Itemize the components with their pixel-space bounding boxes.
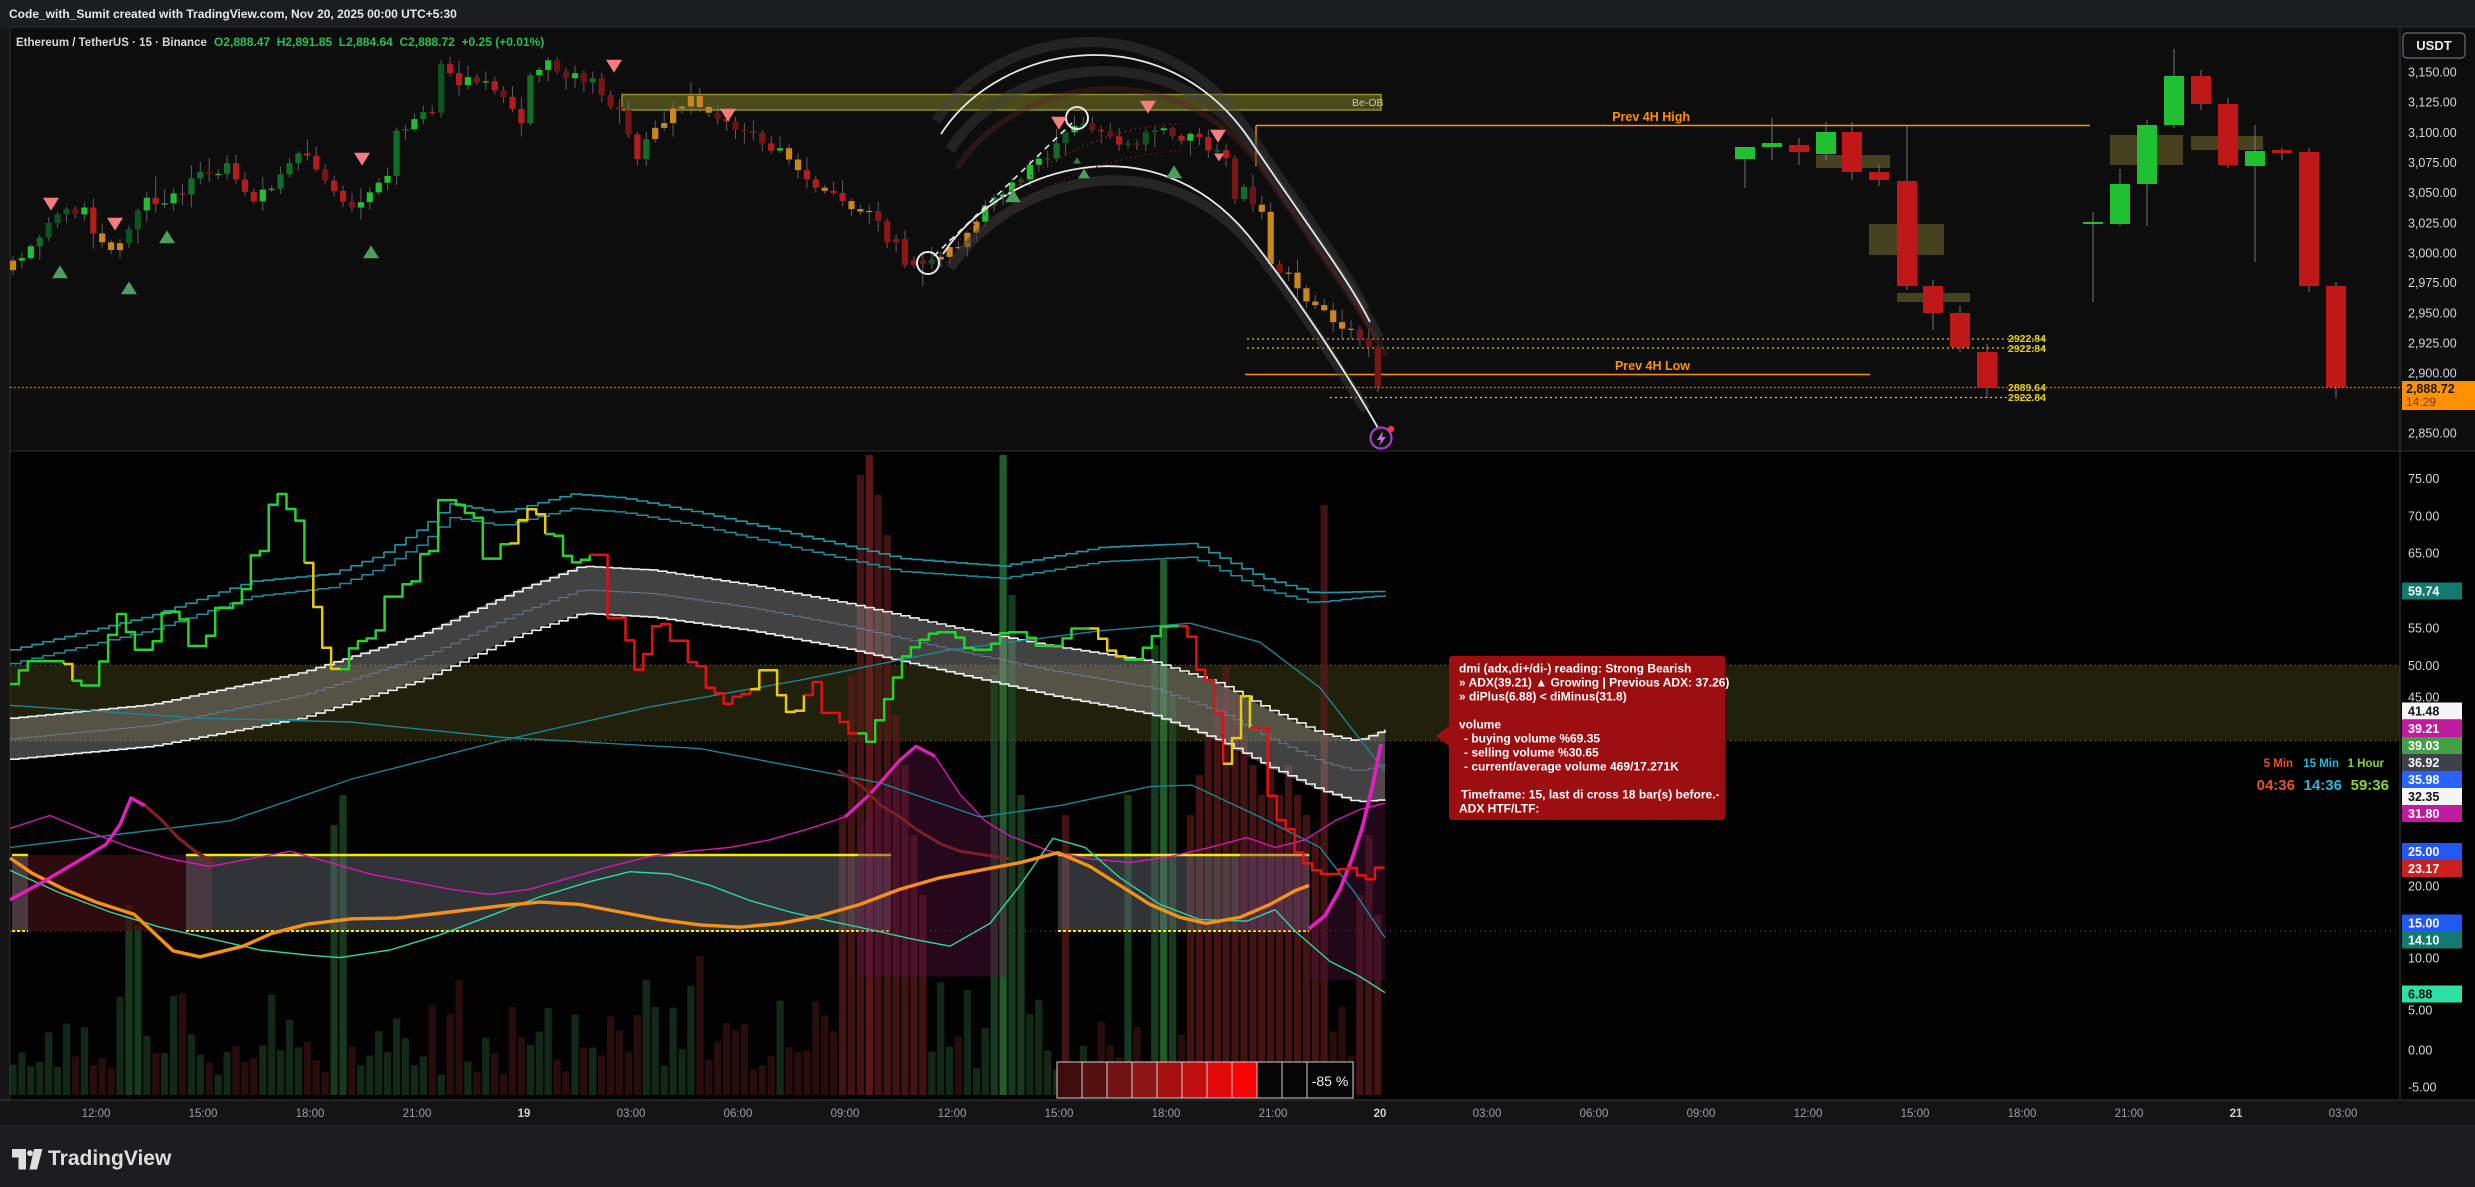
- svg-text:» diPlus(6.88) < diMinus(31.8): » diPlus(6.88) < diMinus(31.8): [1459, 690, 1627, 704]
- svg-text:3,100.00: 3,100.00: [2408, 126, 2457, 140]
- svg-text:Timeframe: 15, last di cross 1: Timeframe: 15, last di cross 18 bar(s) b…: [1461, 788, 1720, 802]
- svg-text:12:00: 12:00: [1794, 1108, 1823, 1120]
- svg-text:volume: volume: [1459, 718, 1501, 732]
- svg-text:- buying volume %69.35: - buying volume %69.35: [1464, 732, 1600, 746]
- svg-text:- current/average volume 469/1: - current/average volume 469/17.271K: [1464, 760, 1679, 774]
- svg-text:14:36: 14:36: [2304, 777, 2342, 794]
- svg-text:3,075.00: 3,075.00: [2408, 156, 2457, 170]
- svg-text:Prev 4H Low: Prev 4H Low: [1615, 359, 1690, 373]
- svg-text:59.74: 59.74: [2408, 585, 2439, 599]
- svg-text:59:36: 59:36: [2351, 777, 2389, 794]
- svg-text:20.00: 20.00: [2408, 880, 2439, 894]
- svg-text:21:00: 21:00: [403, 1108, 432, 1120]
- svg-text:18:00: 18:00: [296, 1108, 325, 1120]
- svg-text:50.00: 50.00: [2408, 659, 2439, 673]
- svg-text:04:36: 04:36: [2257, 777, 2295, 794]
- svg-text:32.35: 32.35: [2408, 790, 2439, 804]
- svg-text:03:00: 03:00: [617, 1108, 646, 1120]
- svg-text:» ADX(39.21) ▲ Growing | Previ: » ADX(39.21) ▲ Growing | Previous ADX: 3…: [1459, 676, 1729, 690]
- svg-text:20: 20: [1374, 1108, 1387, 1120]
- svg-text:USDT: USDT: [2416, 38, 2451, 53]
- svg-text:18:00: 18:00: [1152, 1108, 1181, 1120]
- svg-text:10.00: 10.00: [2408, 952, 2439, 966]
- svg-text:2,950.00: 2,950.00: [2408, 306, 2457, 320]
- svg-text:ADX HTF/LTF:: ADX HTF/LTF:: [1459, 802, 1539, 816]
- svg-text:5 Min: 5 Min: [2264, 758, 2293, 770]
- svg-text:21: 21: [2230, 1108, 2243, 1120]
- svg-text:41.48: 41.48: [2408, 705, 2439, 719]
- svg-text:65.00: 65.00: [2408, 547, 2439, 561]
- svg-text:35.98: 35.98: [2408, 773, 2439, 787]
- svg-text:-5.00: -5.00: [2408, 1081, 2437, 1095]
- svg-text:2,900.00: 2,900.00: [2408, 367, 2457, 381]
- svg-text:75.00: 75.00: [2408, 472, 2439, 486]
- svg-text:70.00: 70.00: [2408, 509, 2439, 523]
- svg-text:23.17: 23.17: [2408, 862, 2439, 876]
- svg-text:15:00: 15:00: [1045, 1108, 1074, 1120]
- svg-text:21:00: 21:00: [2115, 1108, 2144, 1120]
- svg-text:12:00: 12:00: [82, 1108, 111, 1120]
- svg-text:3,125.00: 3,125.00: [2408, 96, 2457, 110]
- svg-text:2,888.72: 2,888.72: [2406, 382, 2455, 396]
- svg-text:18:00: 18:00: [2008, 1108, 2037, 1120]
- svg-text:dmi (adx,di+/di-) reading: Str: dmi (adx,di+/di-) reading: Strong Bearis…: [1459, 662, 1691, 676]
- svg-text:0.00: 0.00: [2408, 1044, 2432, 1058]
- svg-text:36.92: 36.92: [2408, 756, 2439, 770]
- svg-text:39.03: 39.03: [2408, 739, 2439, 753]
- svg-text:2,975.00: 2,975.00: [2408, 276, 2457, 290]
- svg-text:3,050.00: 3,050.00: [2408, 186, 2457, 200]
- svg-text:09:00: 09:00: [1687, 1108, 1716, 1120]
- svg-text:06:00: 06:00: [724, 1108, 753, 1120]
- svg-text:3,150.00: 3,150.00: [2408, 66, 2457, 80]
- svg-text:14.10: 14.10: [2408, 934, 2439, 948]
- svg-text:19: 19: [518, 1108, 531, 1120]
- svg-text:- selling volume %30.65: - selling volume %30.65: [1464, 746, 1599, 760]
- svg-text:06:00: 06:00: [1580, 1108, 1609, 1120]
- svg-text:21:00: 21:00: [1259, 1108, 1288, 1120]
- svg-text:Prev 4H High: Prev 4H High: [1612, 110, 1690, 124]
- svg-text:12:00: 12:00: [938, 1108, 967, 1120]
- svg-text:31.80: 31.80: [2408, 807, 2439, 821]
- svg-text:25.00: 25.00: [2408, 845, 2439, 859]
- svg-text:5.00: 5.00: [2408, 1004, 2432, 1018]
- svg-text:15 Min: 15 Min: [2303, 758, 2339, 770]
- svg-text:15.00: 15.00: [2408, 917, 2439, 931]
- svg-text:14:29: 14:29: [2406, 395, 2436, 409]
- svg-text:Code_with_Sumit created with T: Code_with_Sumit created with TradingView…: [9, 7, 457, 21]
- svg-text:Ethereum / TetherUS · 15 · Bin: Ethereum / TetherUS · 15 · Binance: [16, 37, 207, 49]
- svg-text:3,000.00: 3,000.00: [2408, 247, 2457, 261]
- svg-text:Be-OB: Be-OB: [1352, 97, 1384, 109]
- svg-text:03:00: 03:00: [2329, 1108, 2358, 1120]
- svg-text:09:00: 09:00: [831, 1108, 860, 1120]
- svg-text:03:00: 03:00: [1473, 1108, 1502, 1120]
- svg-text:O2,888.47 H2,891.85 L2,884.6: O2,888.47 H2,891.85 L2,884.64 C2,888.72 …: [214, 35, 544, 49]
- svg-text:45.00: 45.00: [2408, 691, 2439, 705]
- svg-text:2922.84: 2922.84: [2008, 392, 2046, 404]
- svg-text:-85 %: -85 %: [1312, 1073, 1349, 1089]
- svg-text:2,925.00: 2,925.00: [2408, 337, 2457, 351]
- svg-text:39.21: 39.21: [2408, 722, 2439, 736]
- svg-text:55.00: 55.00: [2408, 622, 2439, 636]
- svg-text:2922.84: 2922.84: [2008, 343, 2046, 355]
- svg-text:2,850.00: 2,850.00: [2408, 427, 2457, 441]
- svg-text:15:00: 15:00: [189, 1108, 218, 1120]
- svg-text:TradingView: TradingView: [48, 1147, 172, 1170]
- svg-text:15:00: 15:00: [1901, 1108, 1930, 1120]
- svg-text:3,025.00: 3,025.00: [2408, 217, 2457, 231]
- svg-text:1 Hour: 1 Hour: [2348, 758, 2385, 770]
- svg-text:6.88: 6.88: [2408, 988, 2432, 1002]
